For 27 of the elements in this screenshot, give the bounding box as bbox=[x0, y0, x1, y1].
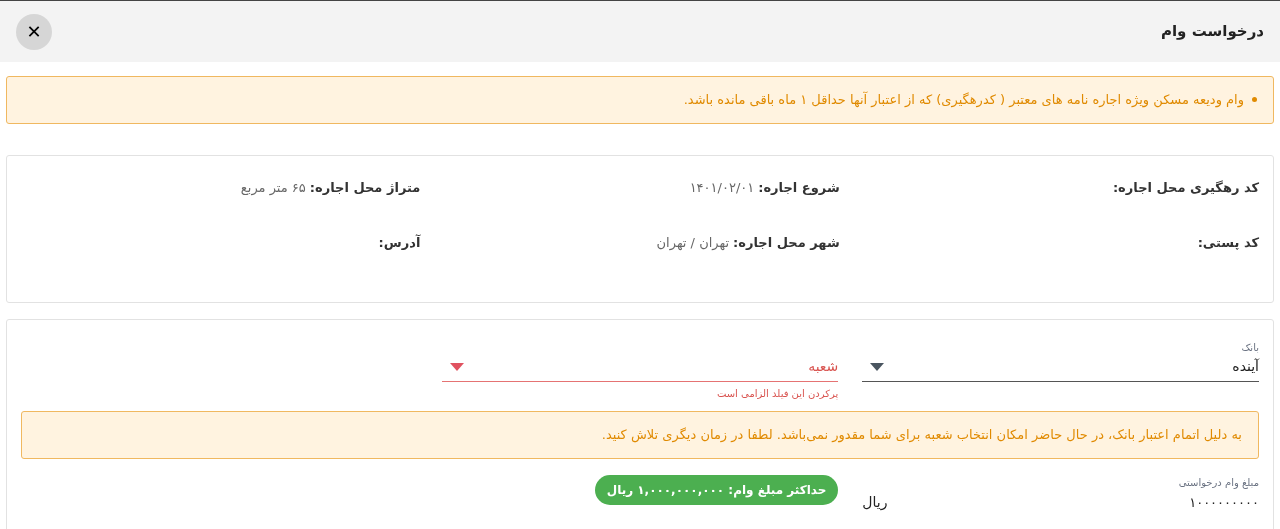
amount-field[interactable]: مبلغ وام درخواستی ۱۰۰۰۰۰۰۰۰۰ ریال bbox=[862, 474, 1259, 517]
unit-label: ریال bbox=[862, 492, 888, 513]
caret-icon bbox=[449, 362, 464, 371]
notice-text: وام ودیعه مسکن ویژه اجاره نامه های معتبر ( کدرهگیری) که از اعتبار آنها حداقل ۱ ماه باقی مانده باشد. bbox=[683, 90, 1244, 110]
info-label: شروع اجاره: bbox=[758, 178, 840, 197]
error-message: پرکردن این فیلد الزامی است bbox=[715, 386, 839, 401]
close-button[interactable]: ✕ bbox=[16, 13, 52, 50]
bullet-icon bbox=[1252, 97, 1257, 103]
select-field[interactable]: بانک آینده bbox=[862, 339, 1259, 382]
info-label: متراژ محل اجاره: bbox=[309, 178, 421, 197]
dialog-title: درخواست وام bbox=[1161, 21, 1264, 43]
info-label: شهر محل اجاره: bbox=[733, 234, 840, 252]
info-value: ۶۵ متر مربع bbox=[240, 178, 306, 197]
info-label: کد پستی: bbox=[1197, 234, 1259, 252]
info-label: آدرس: bbox=[378, 233, 421, 252]
select-field[interactable]: شعبه bbox=[441, 339, 839, 382]
field-value: آینده bbox=[1231, 356, 1259, 376]
info-value: تهران / تهران bbox=[656, 234, 730, 253]
field-label: بانک bbox=[1241, 340, 1259, 355]
max-amount-badge: حداکثر مبلغ وام: ۱,۰۰۰,۰۰۰,۰۰۰ ریال bbox=[594, 474, 839, 505]
info-label: کد رهگیری محل اجاره: bbox=[1112, 178, 1259, 197]
warning-alert: به دلیل اتمام اعتبار بانک، در حال حاضر امکان انتخاب شعبه برای شما مقدور نمی‌باشد. لطفا در زمان دیگری تلاش کنید. bbox=[21, 410, 1259, 459]
field-value: ۱۰۰۰۰۰۰۰۰۰ bbox=[1188, 494, 1259, 512]
field-label: مبلغ وام درخواستی bbox=[1178, 475, 1259, 490]
caret-icon bbox=[870, 362, 885, 371]
field-placeholder: شعبه bbox=[807, 356, 839, 376]
info-value: ۱۴۰۱/۰۲/۰۱ bbox=[689, 178, 755, 197]
